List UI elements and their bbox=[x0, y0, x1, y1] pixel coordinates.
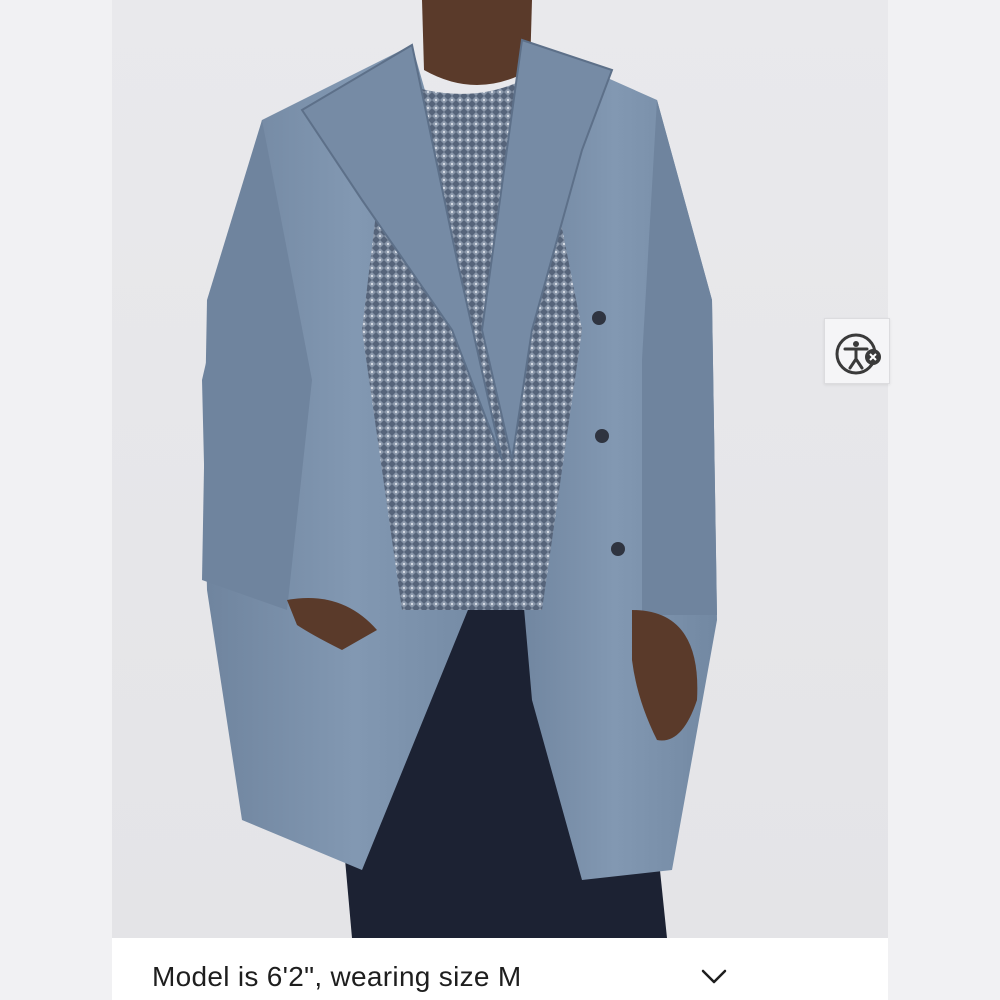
model-size-caption: Model is 6'2", wearing size M bbox=[152, 961, 522, 992]
right-margin bbox=[888, 0, 1000, 1000]
coat-button bbox=[595, 429, 609, 443]
coat-button bbox=[592, 311, 606, 325]
product-image[interactable] bbox=[112, 0, 888, 938]
left-margin bbox=[0, 0, 112, 1000]
chevron-down-icon[interactable] bbox=[700, 966, 728, 986]
coat-button bbox=[611, 542, 625, 556]
coat-right-sleeve bbox=[642, 100, 717, 615]
accessibility-icon bbox=[835, 333, 881, 375]
accessibility-button[interactable] bbox=[824, 318, 890, 384]
model-neck bbox=[422, 0, 532, 85]
